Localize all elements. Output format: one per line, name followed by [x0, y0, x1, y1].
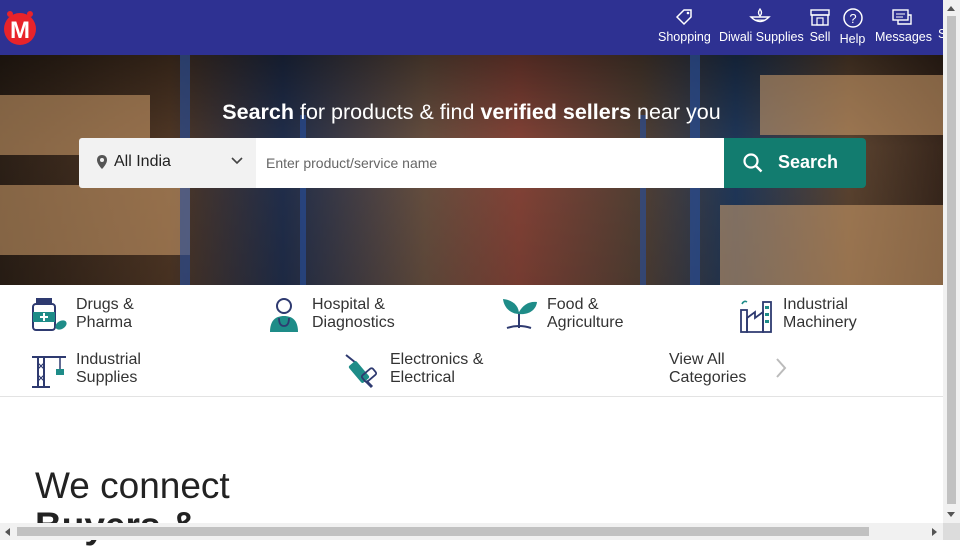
category-drugs-pharma[interactable]: Drugs & Pharma: [30, 296, 230, 336]
headline: We connect: [35, 465, 230, 506]
category-label: Agriculture: [547, 314, 624, 331]
indiamart-logo[interactable]: M: [1, 8, 39, 46]
sprout-icon: [503, 299, 537, 329]
tag-icon: [675, 9, 692, 26]
nav-messages[interactable]: Messages: [875, 6, 932, 50]
location-label: All India: [114, 153, 171, 170]
nav-label: Sell: [809, 30, 831, 44]
nav-label: Messages: [875, 30, 932, 44]
medicine-bottle-icon: [32, 298, 67, 331]
category-label: Machinery: [783, 314, 857, 331]
drill-icon: [345, 354, 378, 389]
search-bar: All India Search: [79, 138, 866, 188]
category-label: Supplies: [76, 369, 138, 386]
category-hospital-diagnostics[interactable]: Hospital & Diagnostics: [266, 296, 466, 336]
crane-icon: [32, 356, 66, 388]
nav-label: Diwali Supplies: [719, 30, 804, 44]
nav-diwali-supplies[interactable]: Diwali Supplies: [719, 6, 804, 50]
messages-icon: [891, 9, 912, 25]
category-label: Categories: [669, 369, 747, 386]
vertical-scrollbar-thumb[interactable]: [947, 16, 956, 504]
search-button[interactable]: Search: [724, 138, 866, 188]
nav-sell[interactable]: Sell: [809, 6, 831, 50]
nav-help[interactable]: ? Help: [839, 6, 866, 50]
warehouse-shelf-image: [720, 205, 943, 285]
category-label: Electronics &: [390, 351, 484, 368]
category-food-agriculture[interactable]: Food & Agriculture: [501, 296, 701, 336]
scroll-down-arrow-icon[interactable]: [947, 512, 955, 517]
location-dropdown[interactable]: All India: [79, 138, 256, 188]
doctor-icon: [270, 298, 298, 332]
nav-label: Shopping: [658, 30, 711, 44]
view-all-categories-link[interactable]: View All Categories: [623, 351, 793, 391]
category-electronics-electrical[interactable]: Electronics & Electrical: [344, 351, 564, 391]
hero-title: Search for products & find verified sell…: [222, 100, 721, 124]
category-label: Pharma: [76, 314, 133, 331]
scrollbar-corner: [943, 523, 960, 540]
category-label: Diagnostics: [312, 314, 395, 331]
factory-icon: [740, 300, 772, 333]
category-label: View All: [669, 351, 725, 368]
chevron-right-icon: [776, 358, 787, 378]
help-icon: ?: [842, 8, 863, 28]
top-navigation-bar: M Shopping Diwali Supplies Sell ? Help M…: [0, 0, 946, 55]
category-label: Industrial: [76, 351, 141, 368]
scroll-right-arrow-icon[interactable]: [932, 528, 937, 536]
svg-text:?: ?: [849, 11, 856, 26]
horizontal-scrollbar-thumb[interactable]: [17, 527, 869, 536]
svg-text:M: M: [10, 17, 30, 44]
diya-icon: [749, 8, 771, 23]
location-pin-icon: [97, 155, 107, 169]
store-icon: [810, 9, 830, 26]
category-industrial-machinery[interactable]: Industrial Machinery: [737, 296, 937, 336]
category-industrial-supplies[interactable]: Industrial Supplies: [30, 351, 230, 391]
search-icon: [743, 153, 763, 173]
category-label: Food &: [547, 296, 599, 313]
hero-banner: Search for products & find verified sell…: [0, 55, 943, 285]
category-label: Hospital &: [312, 296, 385, 313]
category-label: Industrial: [783, 296, 848, 313]
category-label: Electrical: [390, 369, 455, 386]
section-divider: [0, 396, 943, 397]
search-input[interactable]: [256, 138, 724, 188]
nav-label: Help: [839, 32, 866, 46]
nav-shopping[interactable]: Shopping: [658, 6, 711, 50]
scroll-up-arrow-icon[interactable]: [947, 6, 955, 11]
search-button-label: Search: [778, 152, 839, 172]
chevron-down-icon: [231, 157, 243, 165]
warehouse-shelf-image: [0, 185, 190, 255]
scroll-left-arrow-icon[interactable]: [5, 528, 10, 536]
category-label: Drugs &: [76, 296, 134, 313]
